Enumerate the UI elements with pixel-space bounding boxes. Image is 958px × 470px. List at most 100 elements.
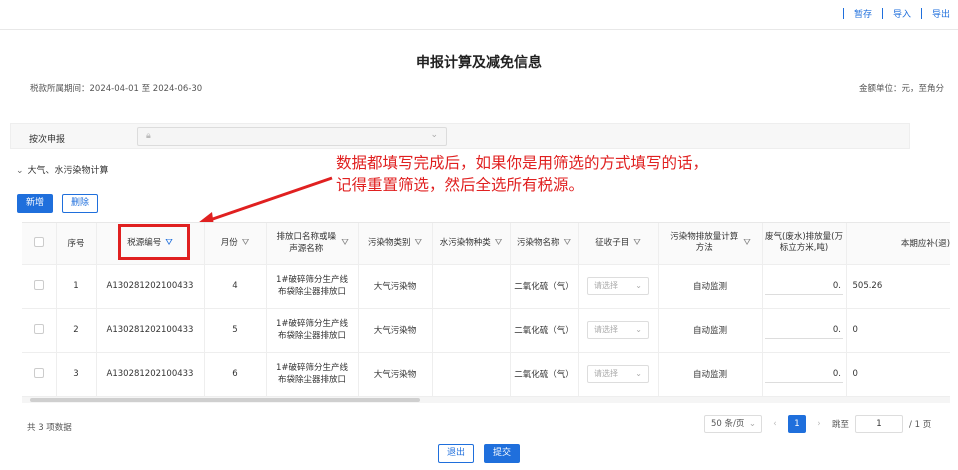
cell-water-type xyxy=(432,352,511,397)
exit-button[interactable]: 退出 xyxy=(438,444,474,463)
filter-funnel-icon[interactable]: ⛛ xyxy=(743,238,751,249)
scrollbar-thumb[interactable] xyxy=(30,398,420,402)
add-button[interactable]: 新增 xyxy=(17,194,53,213)
cell-payable: 0 xyxy=(846,308,950,353)
cell-sub-item[interactable]: 请选择 ⌄ xyxy=(578,308,659,353)
select-all-checkbox[interactable] xyxy=(33,236,44,247)
cell-sub-item[interactable]: 请选择 ⌄ xyxy=(578,352,659,397)
filter-select[interactable]: 🔒︎ ⌄ xyxy=(137,127,447,146)
cell-month-text: 4 xyxy=(232,281,238,291)
header-month[interactable]: 月份 ⛛ xyxy=(204,223,267,265)
filter-label: 按次申报 xyxy=(29,135,66,145)
cell-outlet: 1#破碎筛分生产线布袋除尘器排放口 xyxy=(266,308,359,353)
toolbar-separator xyxy=(842,8,844,19)
cell-month: 4 xyxy=(204,264,267,309)
cell-tax-source: A130281202100433 xyxy=(96,308,205,353)
page-size-value: 50 条/页 xyxy=(711,419,745,429)
next-page-icon[interactable]: › xyxy=(812,419,826,429)
header-payable-label: 本期应补(退)税额 xyxy=(900,239,950,250)
sub-item-placeholder: 请选择 xyxy=(594,281,618,290)
filter-funnel-icon[interactable]: ⛛ xyxy=(563,238,571,249)
cell-payable: 0 xyxy=(846,352,950,397)
cell-pollutant: 二氧化硫（气） xyxy=(510,264,579,309)
filter-funnel-icon[interactable]: ⛛ xyxy=(414,238,422,249)
cell-method-text: 自动监测 xyxy=(692,326,727,336)
filter-funnel-icon[interactable]: ⛛ xyxy=(341,238,349,249)
header-method[interactable]: 污染物排放量计算方法 ⛛ xyxy=(658,223,763,265)
row-checkbox[interactable] xyxy=(33,323,44,334)
chevron-down-icon: ⌄ xyxy=(16,166,24,176)
row-select-cell[interactable] xyxy=(22,352,57,397)
filter-funnel-icon[interactable]: ⛛ xyxy=(495,238,503,249)
cell-outlet: 1#破碎筛分生产线布袋除尘器排放口 xyxy=(266,352,359,397)
amount-unit: 金额单位：元，至角分 xyxy=(858,84,944,94)
page-size-select[interactable]: 50 条/页 ⌄ xyxy=(704,415,762,433)
cell-seq: 3 xyxy=(56,352,97,397)
table-header-row: 序号 税源编号 ⛛ 月份 ⛛ 排放口名称或噪声源名称 ⛛ 污染物类别 ⛛ 水污染物种类 ⛛… xyxy=(22,223,950,265)
header-category-label: 污染物类别 xyxy=(367,237,411,248)
sub-item-select[interactable]: 请选择 ⌄ xyxy=(587,365,649,383)
volume-input[interactable]: 0. xyxy=(765,365,843,383)
header-outlet[interactable]: 排放口名称或噪声源名称 ⛛ xyxy=(266,223,359,265)
header-category[interactable]: 污染物类别 ⛛ xyxy=(358,223,433,265)
cell-tax-source-text: A130281202100433 xyxy=(106,325,194,335)
header-volume: 废气(废水)排放量(万标立方米,吨) xyxy=(762,223,847,265)
header-sub-item-label: 征收子目 xyxy=(595,237,630,248)
header-water-type[interactable]: 水污染物种类 ⛛ xyxy=(432,223,511,265)
filter-row: 按次申报 🔒︎ ⌄ xyxy=(10,123,910,149)
cell-volume[interactable]: 0. xyxy=(762,308,847,353)
chevron-down-icon: ⌄ xyxy=(635,325,642,334)
header-tax-source[interactable]: 税源编号 ⛛ xyxy=(96,223,205,265)
cell-payable-text: 505.26 xyxy=(852,281,883,291)
cell-month: 5 xyxy=(204,308,267,353)
goto-label: 跳至 xyxy=(832,420,850,430)
cell-pollutant: 二氧化硫（气） xyxy=(510,352,579,397)
table-row[interactable]: 3 A130281202100433 6 1#破碎筛分生产线布袋除尘器排放口 大… xyxy=(22,352,950,397)
chevron-down-icon: ⌄ xyxy=(748,419,756,429)
page-title: 申报计算及减免信息 xyxy=(416,55,542,71)
cell-sub-item[interactable]: 请选择 ⌄ xyxy=(578,264,659,309)
sub-item-select[interactable]: 请选择 ⌄ xyxy=(587,321,649,339)
cell-volume[interactable]: 0. xyxy=(762,352,847,397)
filter-funnel-icon[interactable]: ⛛ xyxy=(242,238,250,249)
row-checkbox[interactable] xyxy=(33,279,44,290)
volume-input[interactable]: 0. xyxy=(765,277,843,295)
cell-outlet-text: 1#破碎筛分生产线布袋除尘器排放口 xyxy=(275,275,349,297)
cell-category: 大气污染物 xyxy=(358,308,433,353)
footer-buttons: 退出 提交 xyxy=(0,444,958,463)
cell-tax-source: A130281202100433 xyxy=(96,352,205,397)
chevron-down-icon: ⌄ xyxy=(430,130,438,140)
cell-outlet-text: 1#破碎筛分生产线布袋除尘器排放口 xyxy=(275,319,349,341)
save-draft-link[interactable]: 暂存 xyxy=(854,7,872,20)
cell-volume[interactable]: 0. xyxy=(762,264,847,309)
header-select-all[interactable] xyxy=(22,223,57,265)
red-annotation: 数据都填写完成后，如果你是用筛选的方式填写的话， 记得重置筛选，然后全选所有税源… xyxy=(336,152,708,196)
horizontal-scrollbar[interactable] xyxy=(22,397,950,403)
table-row[interactable]: 2 A130281202100433 5 1#破碎筛分生产线布袋除尘器排放口 大… xyxy=(22,308,950,353)
section-title[interactable]: ⌄ 大气、水污染物计算 xyxy=(16,163,109,176)
row-checkbox[interactable] xyxy=(33,367,44,378)
header-sub-item[interactable]: 征收子目 ⛛ xyxy=(578,223,659,265)
cell-method: 自动监测 xyxy=(658,308,763,353)
submit-button[interactable]: 提交 xyxy=(484,444,520,463)
header-outlet-label: 排放口名称或噪声源名称 xyxy=(276,232,336,255)
cell-pollutant-text: 二氧化硫（气） xyxy=(514,370,574,380)
header-pollutant[interactable]: 污染物名称 ⛛ xyxy=(510,223,579,265)
table-row[interactable]: 1 A130281202100433 4 1#破碎筛分生产线布袋除尘器排放口 大… xyxy=(22,264,950,309)
volume-input[interactable]: 0. xyxy=(765,321,843,339)
sub-item-select[interactable]: 请选择 ⌄ xyxy=(587,277,649,295)
toolbar-links: 暂存 导入 导出 xyxy=(833,7,950,20)
header-pollutant-label: 污染物名称 xyxy=(516,237,560,248)
export-link[interactable]: 导出 xyxy=(932,7,950,20)
page-button-1[interactable]: 1 xyxy=(788,415,806,433)
import-link[interactable]: 导入 xyxy=(893,7,911,20)
cell-payable: 505.26 xyxy=(846,264,950,309)
row-select-cell[interactable] xyxy=(22,308,57,353)
filter-funnel-icon[interactable]: ⛛ xyxy=(633,238,641,249)
row-select-cell[interactable] xyxy=(22,264,57,309)
goto-page-input[interactable]: 1 xyxy=(855,415,904,433)
header-tax-source-label: 税源编号 xyxy=(127,237,162,248)
prev-page-icon[interactable]: ‹ xyxy=(768,419,782,429)
delete-button[interactable]: 删除 xyxy=(62,194,98,213)
filter-funnel-icon[interactable]: ⛛ xyxy=(165,238,173,249)
